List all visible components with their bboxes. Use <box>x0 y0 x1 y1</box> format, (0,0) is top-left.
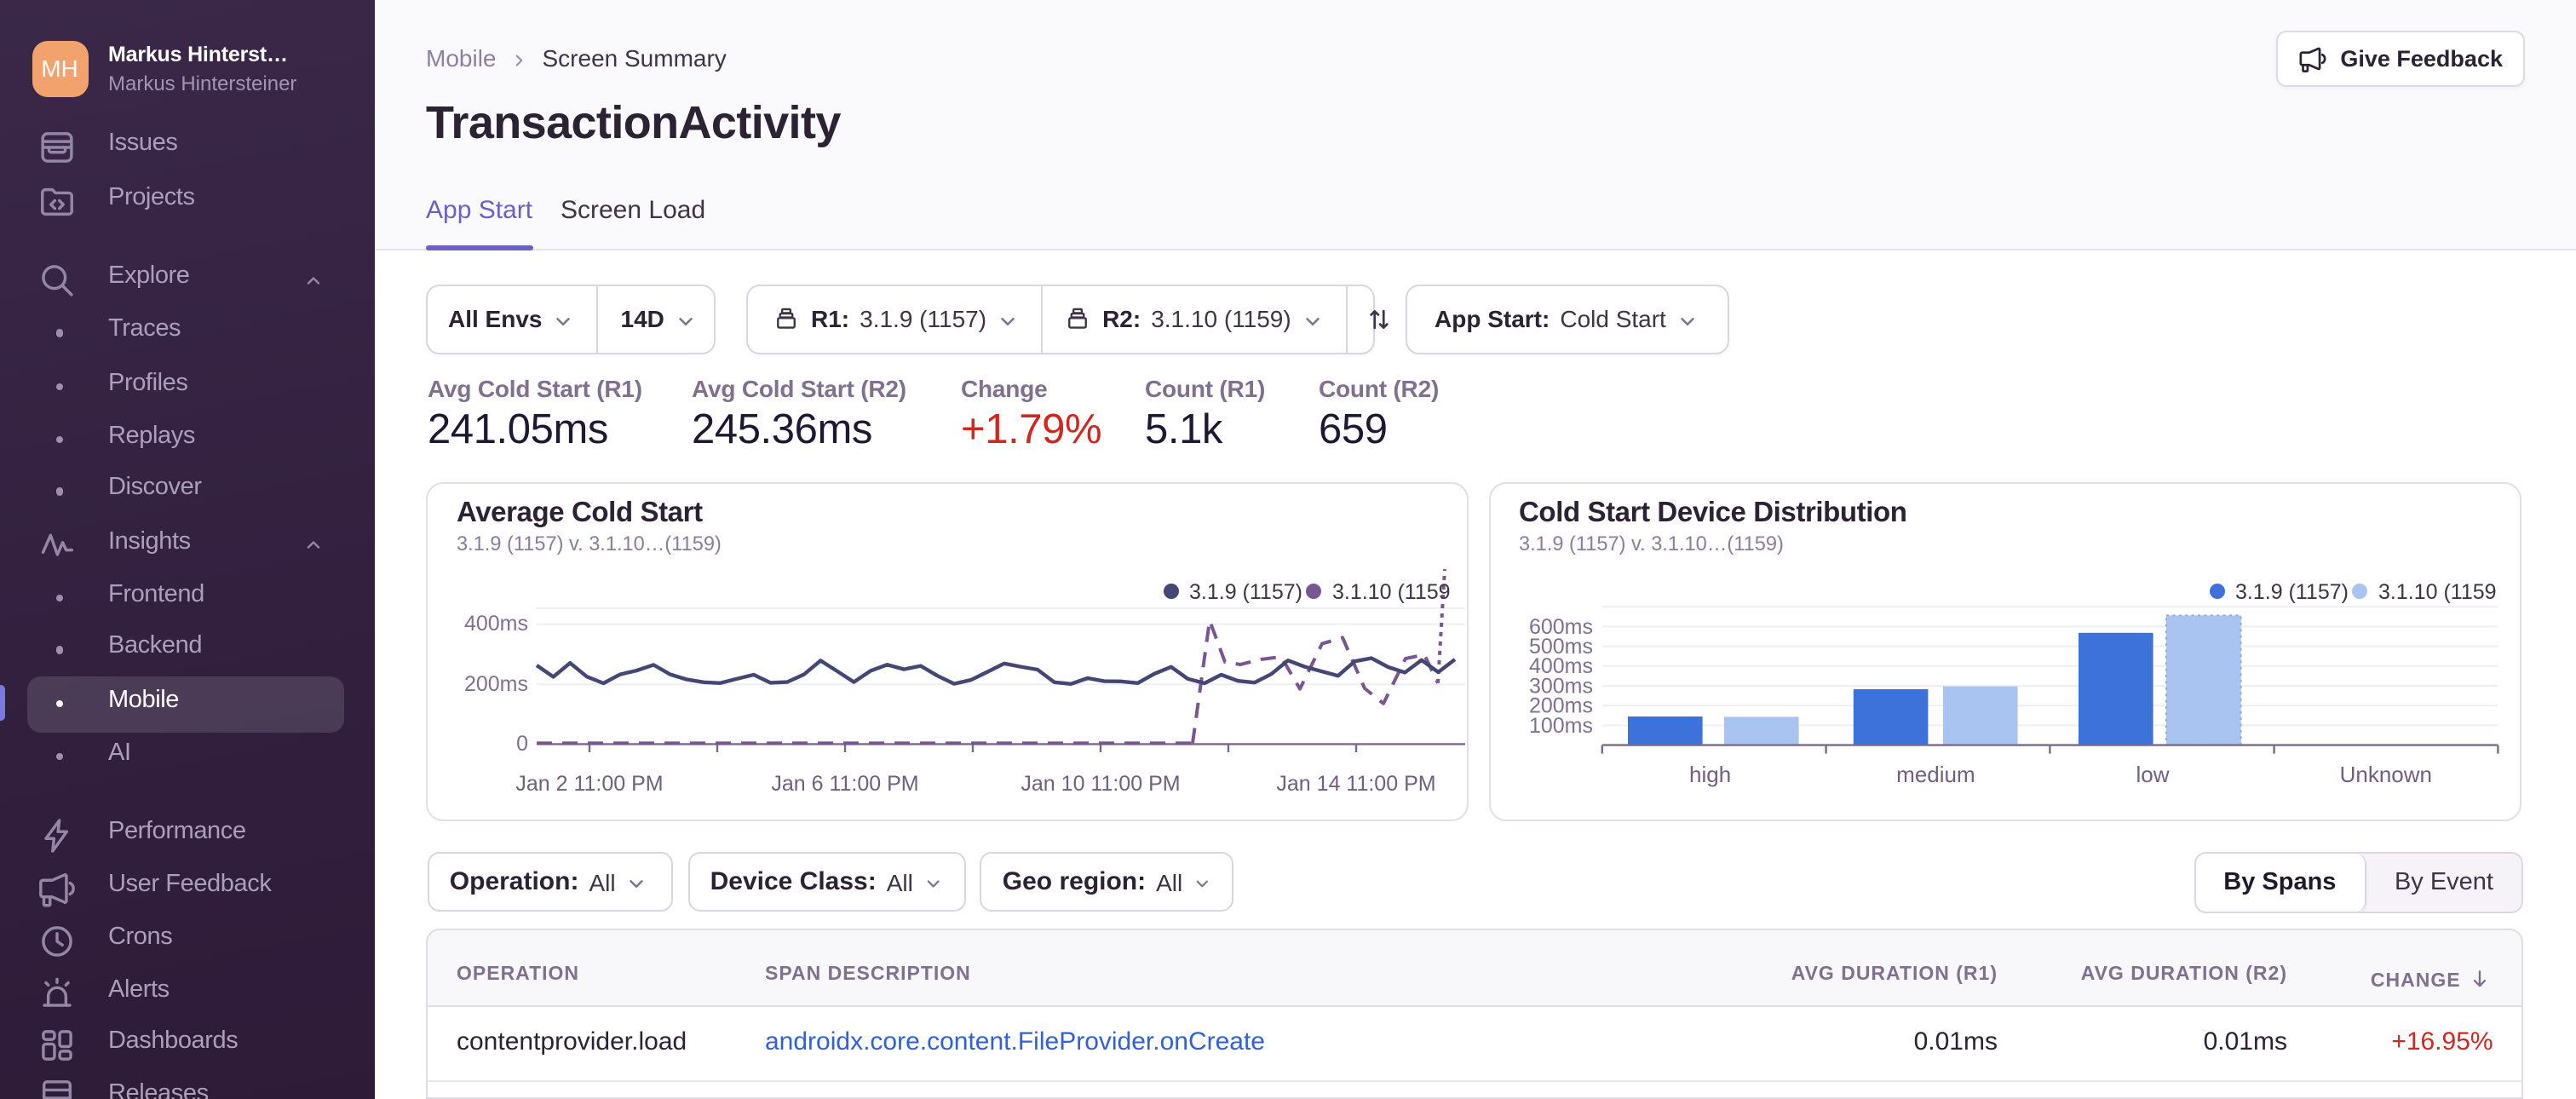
svg-text:0: 0 <box>516 732 528 756</box>
svg-text:3.1.10 (1159: 3.1.10 (1159 <box>1332 580 1451 604</box>
svg-text:200ms: 200ms <box>464 672 528 696</box>
svg-text:high: high <box>1688 762 1730 787</box>
svg-text:low: low <box>2135 762 2168 787</box>
svg-text:Unknown: Unknown <box>2339 762 2431 787</box>
svg-text:3.1.10 (1159: 3.1.10 (1159 <box>2378 580 2496 604</box>
svg-text:600ms: 600ms <box>1528 615 1592 639</box>
svg-text:3.1.9 (1157): 3.1.9 (1157) <box>2234 580 2348 604</box>
svg-text:3.1.9 (1157): 3.1.9 (1157) <box>1189 580 1302 604</box>
svg-text:400ms: 400ms <box>464 612 528 636</box>
svg-text:Jan 10 11:00 PM: Jan 10 11:00 PM <box>1021 772 1180 796</box>
svg-text:Jan 14 11:00 PM: Jan 14 11:00 PM <box>1276 772 1435 796</box>
svg-text:Jan 6 11:00 PM: Jan 6 11:00 PM <box>771 772 918 796</box>
svg-text:Jan 2 11:00 PM: Jan 2 11:00 PM <box>515 772 663 796</box>
svg-text:medium: medium <box>1895 762 1974 787</box>
